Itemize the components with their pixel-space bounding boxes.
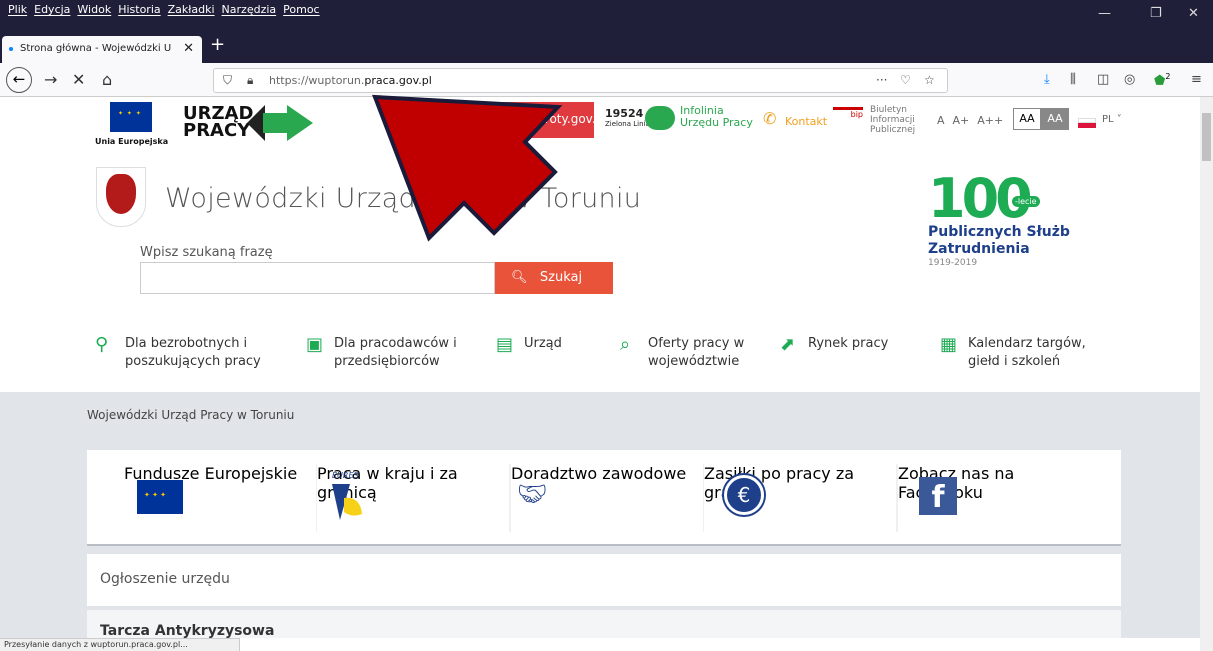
menu-history[interactable]: Historia bbox=[118, 3, 160, 16]
contrast-controls: AA AA bbox=[1013, 108, 1069, 130]
poland-flag-icon bbox=[1078, 118, 1096, 128]
search-jobs-icon: ⌕ bbox=[620, 334, 631, 355]
library-icon[interactable]: ⫼ bbox=[1070, 72, 1076, 87]
page-scrollbar[interactable] bbox=[1200, 97, 1213, 651]
urzad-pracy-arrow-icon bbox=[247, 105, 313, 141]
phone-icon bbox=[645, 106, 675, 130]
font-size-normal[interactable]: A bbox=[937, 114, 945, 127]
badge-years: 1919-2019 bbox=[928, 258, 978, 268]
font-size-large[interactable]: A+ bbox=[953, 114, 970, 127]
shield-icon[interactable]: ⛉ bbox=[223, 73, 232, 88]
news-title[interactable]: Tarcza Antykryzysowa bbox=[100, 623, 274, 638]
navigation-toolbar: ← → ✕ ⌂ ⛉ 🔒︎ https://wuptorun.praca.gov.… bbox=[0, 63, 1213, 97]
menu-file[interactable]: Plik bbox=[8, 3, 27, 16]
contrast-high-button[interactable]: AA bbox=[1041, 108, 1069, 130]
facebook-icon: f bbox=[919, 477, 957, 515]
font-size-xlarge[interactable]: A++ bbox=[977, 114, 1003, 127]
site-title[interactable]: Wojewódzki Urząd Pracy w Toruniu bbox=[165, 183, 641, 214]
building-icon: ▤ bbox=[496, 334, 514, 355]
svg-text:EURES: EURES bbox=[332, 471, 359, 480]
contact-phone-icon: ✆ bbox=[763, 109, 777, 128]
badge-line2: Zatrudnienia bbox=[928, 241, 1030, 257]
search-label: Wpisz szukaną frazę bbox=[140, 245, 273, 260]
breadcrumb[interactable]: Wojewódzki Urząd Pracy w Toruniu bbox=[87, 408, 294, 422]
briefcase-icon: ▣ bbox=[306, 334, 324, 355]
search-icon: 🔍︎ bbox=[511, 270, 528, 285]
nav-employers[interactable]: Dla pracodawców i przedsiębiorców bbox=[334, 335, 457, 371]
nav-unemployed[interactable]: Dla bezrobotnych i poszukujących pracy bbox=[125, 335, 261, 371]
eu-funds-icon bbox=[137, 480, 183, 514]
centenary-badge[interactable]: 100 -lecie Publicznych Służb Zatrudnieni… bbox=[928, 167, 1070, 269]
eu-flag-icon bbox=[110, 102, 152, 132]
nav-calendar[interactable]: Kalendarz targów, giełd i szkoleń bbox=[968, 335, 1086, 371]
signpost-icon: ⚲ bbox=[95, 334, 109, 355]
quick-links: Fundusze Europejskie Praca w kraju i za … bbox=[87, 450, 1121, 546]
nav-labor-market[interactable]: Rynek pracy bbox=[808, 335, 888, 353]
search-input[interactable] bbox=[140, 262, 495, 294]
minimize-icon[interactable]: — bbox=[1098, 6, 1111, 21]
coat-of-arms-icon bbox=[96, 167, 146, 227]
euro-icon: € bbox=[724, 475, 764, 515]
chart-icon: ⬈ bbox=[780, 334, 796, 355]
page-actions-icon[interactable]: ··· bbox=[876, 73, 887, 87]
news-item[interactable]: Tarcza Antykryzysowa bbox=[87, 610, 1121, 638]
badge-number: 100 bbox=[928, 167, 1033, 230]
status-bar: Przesyłanie danych z wuptorun.praca.gov.… bbox=[0, 638, 240, 651]
tab-strip: Strona główna - Wojewódzki U ✕ bbox=[0, 33, 1213, 63]
bookmark-star-icon[interactable]: ☆ bbox=[924, 73, 935, 87]
scrollbar-thumb[interactable] bbox=[1202, 113, 1211, 161]
tab-loading-icon bbox=[9, 47, 13, 51]
menu-view[interactable]: Widok bbox=[77, 3, 111, 16]
sidebar-icon[interactable]: ◫ bbox=[1097, 72, 1109, 87]
urzad-pracy-logo[interactable]: URZĄD PRACY bbox=[183, 105, 253, 140]
forward-icon[interactable]: → bbox=[44, 70, 57, 89]
infolinia-link[interactable]: Infolinia Urzędu Pracy bbox=[680, 105, 753, 129]
search-button[interactable]: 🔍︎ Szukaj bbox=[495, 262, 613, 294]
eu-label: Unia Europejska bbox=[95, 137, 169, 146]
handshake-icon: 🤝︎ bbox=[517, 480, 548, 508]
announcement-title: Ogłoszenie urzędu bbox=[100, 571, 230, 587]
back-icon[interactable]: ← bbox=[6, 67, 32, 93]
menu-icon[interactable]: ≡ bbox=[1191, 72, 1202, 87]
bip-icon[interactable]: bip bbox=[833, 107, 863, 135]
stop-icon[interactable]: ✕ bbox=[72, 70, 85, 89]
kontakt-link[interactable]: Kontakt bbox=[785, 115, 827, 128]
eures-icon: EURES bbox=[332, 471, 362, 520]
url-bar[interactable]: ⛉ 🔒︎ https://wuptorun.praca.gov.pl ··· ♡… bbox=[213, 68, 948, 93]
font-size-controls: A A+ A++ bbox=[937, 114, 1003, 127]
new-tab-icon[interactable]: + bbox=[210, 34, 225, 55]
restore-icon[interactable]: ❐ bbox=[1150, 6, 1162, 21]
language-select[interactable]: PL ˅ bbox=[1102, 114, 1122, 125]
tab-title: Strona główna - Wojewódzki U bbox=[20, 43, 172, 54]
url-text: https://wuptorun.praca.gov.pl bbox=[269, 74, 432, 87]
badge-line1: Publicznych Służb bbox=[928, 224, 1070, 240]
powroty-link[interactable]: powroty.gov.pl bbox=[484, 102, 607, 138]
close-tab-icon[interactable]: ✕ bbox=[183, 41, 194, 56]
download-icon[interactable]: ⤓ bbox=[1044, 72, 1050, 87]
close-window-icon[interactable]: ✕ bbox=[1188, 6, 1199, 21]
zielona-linia-number[interactable]: 19524 Zielona Linia bbox=[605, 108, 650, 129]
nav-office[interactable]: Urząd bbox=[524, 335, 562, 353]
menu-bar: Plik Edycja Widok Historia Zakładki Narz… bbox=[0, 0, 1213, 33]
extension-icon[interactable]: ◎ bbox=[1124, 72, 1135, 87]
tab-home[interactable]: Strona główna - Wojewódzki U ✕ bbox=[2, 36, 202, 63]
announcement-panel: Ogłoszenie urzędu bbox=[87, 554, 1121, 606]
menu-bookmarks[interactable]: Zakładki bbox=[168, 3, 215, 16]
contrast-normal-button[interactable]: AA bbox=[1013, 108, 1041, 130]
page-content: Unia Europejska URZĄD PRACY powroty.gov.… bbox=[0, 97, 1200, 638]
pocket-icon[interactable]: ♡ bbox=[900, 73, 911, 87]
badge-lecie: -lecie bbox=[1012, 196, 1040, 207]
home-icon[interactable]: ⌂ bbox=[102, 70, 112, 89]
menu-tools[interactable]: Narzędzia bbox=[222, 3, 277, 16]
calendar-icon: ▦ bbox=[940, 334, 958, 355]
nav-job-offers[interactable]: Oferty pracy w województwie bbox=[648, 335, 744, 371]
lock-icon[interactable]: 🔒︎ bbox=[247, 73, 253, 88]
menu-help[interactable]: Pomoc bbox=[283, 3, 319, 16]
bip-link[interactable]: Biuletyn Informacji Publicznej bbox=[870, 105, 915, 135]
menu-edit[interactable]: Edycja bbox=[34, 3, 70, 16]
extension-badge-icon[interactable]: ⬟2 bbox=[1154, 72, 1170, 88]
